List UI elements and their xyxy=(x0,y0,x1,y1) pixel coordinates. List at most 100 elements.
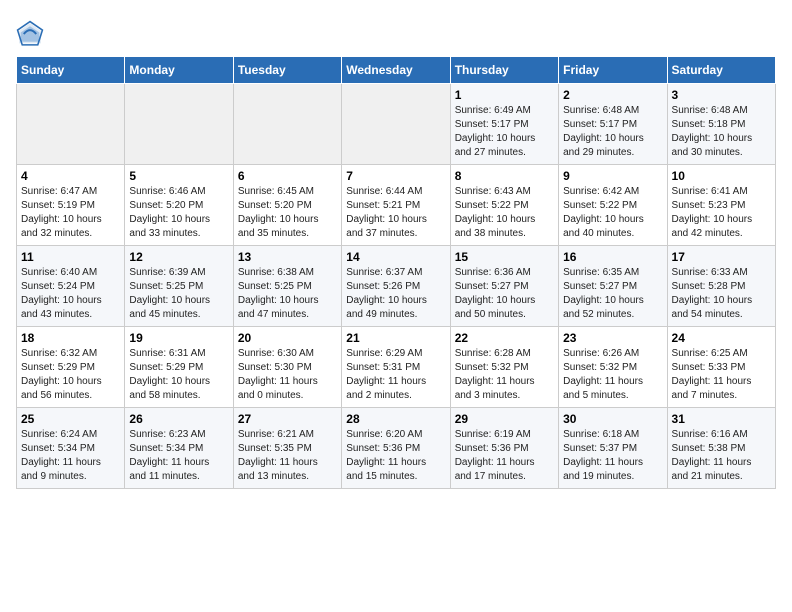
day-number: 19 xyxy=(129,331,228,345)
day-number: 25 xyxy=(21,412,120,426)
calendar-cell: 28Sunrise: 6:20 AM Sunset: 5:36 PM Dayli… xyxy=(342,408,450,489)
day-number: 21 xyxy=(346,331,445,345)
calendar-week-row: 11Sunrise: 6:40 AM Sunset: 5:24 PM Dayli… xyxy=(17,246,776,327)
day-info: Sunrise: 6:42 AM Sunset: 5:22 PM Dayligh… xyxy=(563,185,662,241)
day-number: 5 xyxy=(129,169,228,183)
day-number: 17 xyxy=(672,250,771,264)
logo-icon xyxy=(16,20,44,48)
calendar-cell xyxy=(17,84,125,165)
day-info: Sunrise: 6:25 AM Sunset: 5:33 PM Dayligh… xyxy=(672,347,771,403)
calendar-cell: 1 Sunrise: 6:49 AM Sunset: 5:17 PM Daylig… xyxy=(450,84,558,165)
calendar-cell: 29Sunrise: 6:19 AM Sunset: 5:36 PM Dayli… xyxy=(450,408,558,489)
day-number: 12 xyxy=(129,250,228,264)
calendar-cell: 18 Sunrise: 6:32 AM Sunset: 5:29 PM Dayli… xyxy=(17,327,125,408)
weekday-header-tuesday: Tuesday xyxy=(233,57,341,84)
day-number: 7 xyxy=(346,169,445,183)
weekday-header-saturday: Saturday xyxy=(667,57,775,84)
calendar-cell xyxy=(125,84,233,165)
calendar-cell: 3Sunrise: 6:48 AM Sunset: 5:18 PM Daylig… xyxy=(667,84,775,165)
day-info: Sunrise: 6:40 AM Sunset: 5:24 PM Dayligh… xyxy=(21,266,120,322)
weekday-header-thursday: Thursday xyxy=(450,57,558,84)
day-info: Sunrise: 6:36 AM Sunset: 5:27 PM Dayligh… xyxy=(455,266,554,322)
calendar-cell: 12 Sunrise: 6:39 AM Sunset: 5:25 PM Dayli… xyxy=(125,246,233,327)
day-number: 1 xyxy=(455,88,554,102)
day-number: 16 xyxy=(563,250,662,264)
day-number: 13 xyxy=(238,250,337,264)
weekday-header-monday: Monday xyxy=(125,57,233,84)
day-info: Sunrise: 6:32 AM Sunset: 5:29 PM Dayligh… xyxy=(21,347,120,403)
day-info: Sunrise: 6:37 AM Sunset: 5:26 PM Dayligh… xyxy=(346,266,445,322)
day-info: Sunrise: 6:45 AM Sunset: 5:20 PM Dayligh… xyxy=(238,185,337,241)
day-info: Sunrise: 6:26 AM Sunset: 5:32 PM Dayligh… xyxy=(563,347,662,403)
calendar-cell: 7 Sunrise: 6:44 AM Sunset: 5:21 PM Daylig… xyxy=(342,165,450,246)
day-number: 15 xyxy=(455,250,554,264)
day-info: Sunrise: 6:31 AM Sunset: 5:29 PM Dayligh… xyxy=(129,347,228,403)
calendar-cell: 30 Sunrise: 6:18 AM Sunset: 5:37 PM Dayli… xyxy=(559,408,667,489)
day-info: Sunrise: 6:35 AM Sunset: 5:27 PM Dayligh… xyxy=(563,266,662,322)
day-number: 2 xyxy=(563,88,662,102)
day-info: Sunrise: 6:23 AM Sunset: 5:34 PM Dayligh… xyxy=(129,428,228,484)
calendar-cell: 25 Sunrise: 6:24 AM Sunset: 5:34 PM Dayli… xyxy=(17,408,125,489)
calendar-cell: 14 Sunrise: 6:37 AM Sunset: 5:26 PM Dayli… xyxy=(342,246,450,327)
calendar-week-row: 18 Sunrise: 6:32 AM Sunset: 5:29 PM Dayli… xyxy=(17,327,776,408)
day-info: Sunrise: 6:48 AM Sunset: 5:17 PM Dayligh… xyxy=(563,104,662,160)
calendar-cell: 17 Sunrise: 6:33 AM Sunset: 5:28 PM Dayli… xyxy=(667,246,775,327)
day-info: Sunrise: 6:33 AM Sunset: 5:28 PM Dayligh… xyxy=(672,266,771,322)
weekday-header-sunday: Sunday xyxy=(17,57,125,84)
weekday-header-wednesday: Wednesday xyxy=(342,57,450,84)
calendar-cell: 24 Sunrise: 6:25 AM Sunset: 5:33 PM Dayli… xyxy=(667,327,775,408)
calendar-cell xyxy=(233,84,341,165)
calendar-cell: 2 Sunrise: 6:48 AM Sunset: 5:17 PM Daylig… xyxy=(559,84,667,165)
day-info: Sunrise: 6:30 AM Sunset: 5:30 PM Dayligh… xyxy=(238,347,337,403)
calendar-table: SundayMondayTuesdayWednesdayThursdayFrid… xyxy=(16,56,776,489)
calendar-cell: 6 Sunrise: 6:45 AM Sunset: 5:20 PM Daylig… xyxy=(233,165,341,246)
day-info: Sunrise: 6:47 AM Sunset: 5:19 PM Dayligh… xyxy=(21,185,120,241)
day-number: 23 xyxy=(563,331,662,345)
day-info: Sunrise: 6:41 AM Sunset: 5:23 PM Dayligh… xyxy=(672,185,771,241)
calendar-cell: 23 Sunrise: 6:26 AM Sunset: 5:32 PM Dayli… xyxy=(559,327,667,408)
day-number: 14 xyxy=(346,250,445,264)
calendar-cell: 13 Sunrise: 6:38 AM Sunset: 5:25 PM Dayli… xyxy=(233,246,341,327)
calendar-cell: 5Sunrise: 6:46 AM Sunset: 5:20 PM Daylig… xyxy=(125,165,233,246)
logo xyxy=(16,20,46,48)
calendar-cell: 26Sunrise: 6:23 AM Sunset: 5:34 PM Dayli… xyxy=(125,408,233,489)
day-number: 30 xyxy=(563,412,662,426)
calendar-cell: 19 Sunrise: 6:31 AM Sunset: 5:29 PM Dayli… xyxy=(125,327,233,408)
day-info: Sunrise: 6:20 AM Sunset: 5:36 PM Dayligh… xyxy=(346,428,445,484)
day-number: 9 xyxy=(563,169,662,183)
day-number: 6 xyxy=(238,169,337,183)
day-info: Sunrise: 6:28 AM Sunset: 5:32 PM Dayligh… xyxy=(455,347,554,403)
day-number: 4 xyxy=(21,169,120,183)
calendar-cell: 16 Sunrise: 6:35 AM Sunset: 5:27 PM Dayli… xyxy=(559,246,667,327)
day-info: Sunrise: 6:38 AM Sunset: 5:25 PM Dayligh… xyxy=(238,266,337,322)
day-info: Sunrise: 6:49 AM Sunset: 5:17 PM Dayligh… xyxy=(455,104,554,160)
day-info: Sunrise: 6:21 AM Sunset: 5:35 PM Dayligh… xyxy=(238,428,337,484)
calendar-cell: 21 Sunrise: 6:29 AM Sunset: 5:31 PM Dayli… xyxy=(342,327,450,408)
day-info: Sunrise: 6:39 AM Sunset: 5:25 PM Dayligh… xyxy=(129,266,228,322)
calendar-cell: 9 Sunrise: 6:42 AM Sunset: 5:22 PM Daylig… xyxy=(559,165,667,246)
calendar-week-row: 25 Sunrise: 6:24 AM Sunset: 5:34 PM Dayli… xyxy=(17,408,776,489)
day-info: Sunrise: 6:44 AM Sunset: 5:21 PM Dayligh… xyxy=(346,185,445,241)
calendar-cell: 10 Sunrise: 6:41 AM Sunset: 5:23 PM Dayli… xyxy=(667,165,775,246)
day-number: 27 xyxy=(238,412,337,426)
calendar-cell: 22Sunrise: 6:28 AM Sunset: 5:32 PM Dayli… xyxy=(450,327,558,408)
calendar-week-row: 4 Sunrise: 6:47 AM Sunset: 5:19 PM Daylig… xyxy=(17,165,776,246)
calendar-cell: 8 Sunrise: 6:43 AM Sunset: 5:22 PM Daylig… xyxy=(450,165,558,246)
day-number: 3 xyxy=(672,88,771,102)
day-info: Sunrise: 6:43 AM Sunset: 5:22 PM Dayligh… xyxy=(455,185,554,241)
day-info: Sunrise: 6:29 AM Sunset: 5:31 PM Dayligh… xyxy=(346,347,445,403)
page-header xyxy=(16,16,776,48)
calendar-cell: 4 Sunrise: 6:47 AM Sunset: 5:19 PM Daylig… xyxy=(17,165,125,246)
calendar-cell: 20Sunrise: 6:30 AM Sunset: 5:30 PM Dayli… xyxy=(233,327,341,408)
day-number: 31 xyxy=(672,412,771,426)
day-number: 18 xyxy=(21,331,120,345)
day-number: 10 xyxy=(672,169,771,183)
weekday-header-row: SundayMondayTuesdayWednesdayThursdayFrid… xyxy=(17,57,776,84)
day-info: Sunrise: 6:24 AM Sunset: 5:34 PM Dayligh… xyxy=(21,428,120,484)
calendar-cell: 31Sunrise: 6:16 AM Sunset: 5:38 PM Dayli… xyxy=(667,408,775,489)
calendar-cell xyxy=(342,84,450,165)
day-number: 29 xyxy=(455,412,554,426)
day-info: Sunrise: 6:18 AM Sunset: 5:37 PM Dayligh… xyxy=(563,428,662,484)
day-number: 24 xyxy=(672,331,771,345)
day-number: 8 xyxy=(455,169,554,183)
